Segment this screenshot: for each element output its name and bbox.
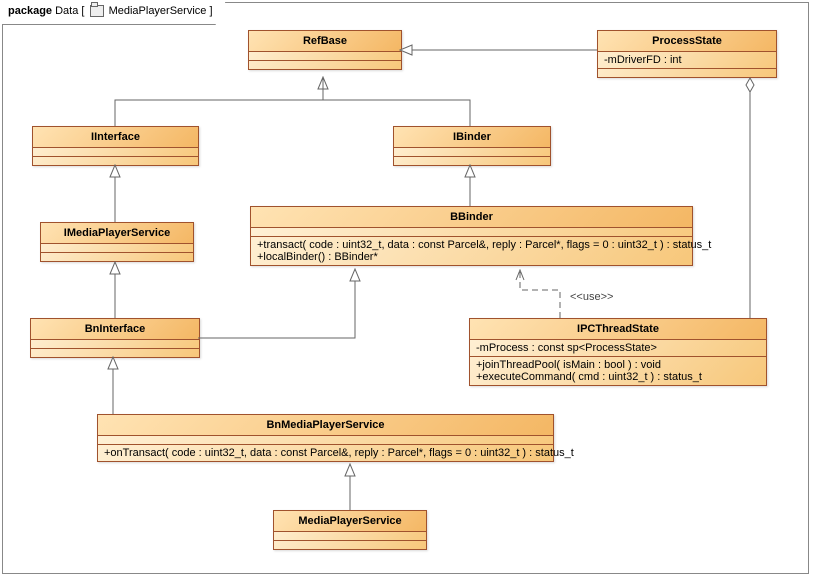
class-bninterface: BnInterface: [30, 318, 200, 358]
class-bbinder: BBinder +transact( code : uint32_t, data…: [250, 206, 693, 266]
package-tab: package Data [ MediaPlayerService ]: [2, 2, 226, 25]
class-name: IPCThreadState: [470, 319, 766, 340]
class-attrs: [274, 532, 426, 541]
class-name: IMediaPlayerService: [41, 223, 193, 244]
class-name: BBinder: [251, 207, 692, 228]
class-ibinder: IBinder: [393, 126, 551, 166]
class-ops: [41, 253, 193, 261]
class-mediaplayerservice: MediaPlayerService: [273, 510, 427, 550]
class-iinterface: IInterface: [32, 126, 199, 166]
class-op: +transact( code : uint32_t, data : const…: [257, 239, 686, 251]
class-ops: +transact( code : uint32_t, data : const…: [251, 237, 692, 265]
class-imediaplayerservice: IMediaPlayerService: [40, 222, 194, 262]
class-ops: [33, 157, 198, 165]
class-ops: [394, 157, 550, 165]
class-refbase: RefBase: [248, 30, 402, 70]
class-attr: -mProcess : const sp<ProcessState>: [470, 340, 766, 357]
class-attrs: [41, 244, 193, 253]
class-name: BnInterface: [31, 319, 199, 340]
class-name: RefBase: [249, 31, 401, 52]
class-attr: -mDriverFD : int: [598, 52, 776, 69]
class-name: BnMediaPlayerService: [98, 415, 553, 436]
package-frame: [2, 2, 809, 574]
class-name: IInterface: [33, 127, 198, 148]
class-ops: [249, 61, 401, 69]
class-name: IBinder: [394, 127, 550, 148]
class-ipcthreadstate: IPCThreadState -mProcess : const sp<Proc…: [469, 318, 767, 386]
class-attrs: [251, 228, 692, 237]
class-op: +onTransact( code : uint32_t, data : con…: [98, 445, 553, 461]
class-attrs: [98, 436, 553, 445]
class-attrs: [249, 52, 401, 61]
class-op: +executeCommand( cmd : uint32_t ) : stat…: [476, 371, 760, 383]
package-icon: [90, 5, 104, 17]
diagram-name: MediaPlayerService: [109, 5, 207, 17]
class-attrs: [394, 148, 550, 157]
class-op: +localBinder() : BBinder*: [257, 251, 686, 263]
class-ops: [598, 69, 776, 77]
class-ops: [274, 541, 426, 549]
class-op: +joinThreadPool( isMain : bool ) : void: [476, 359, 760, 371]
class-name: MediaPlayerService: [274, 511, 426, 532]
class-attrs: [33, 148, 198, 157]
class-attrs: [31, 340, 199, 349]
class-bnmediaplayerservice: BnMediaPlayerService +onTransact( code :…: [97, 414, 554, 462]
class-name: ProcessState: [598, 31, 776, 52]
class-ops: +joinThreadPool( isMain : bool ) : void …: [470, 357, 766, 385]
package-name: Data: [55, 5, 78, 17]
class-processstate: ProcessState -mDriverFD : int: [597, 30, 777, 78]
class-ops: [31, 349, 199, 357]
package-keyword: package: [8, 5, 52, 17]
